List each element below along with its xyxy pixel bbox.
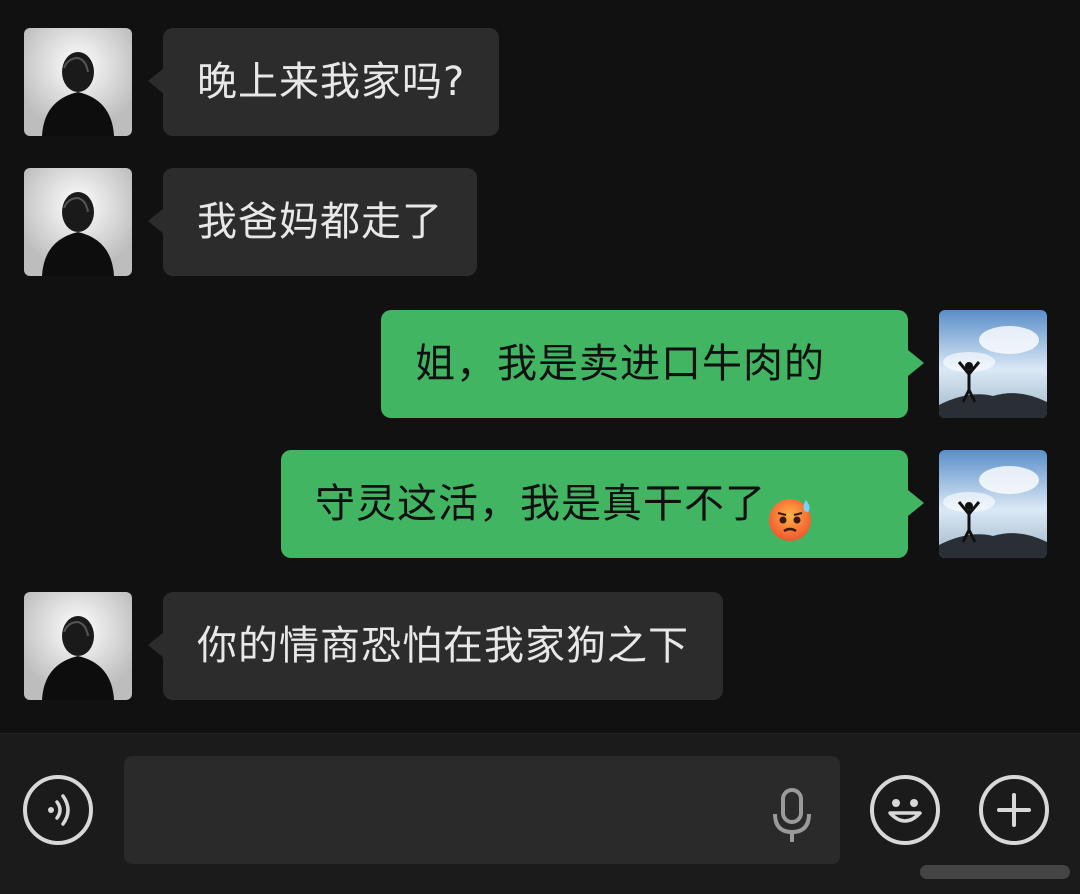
self-avatar[interactable] (939, 310, 1047, 418)
microphone-button[interactable] (768, 786, 816, 846)
bubble-tail (148, 68, 164, 94)
contact-avatar[interactable] (24, 28, 132, 136)
self-avatar-image (939, 310, 1047, 418)
message-text: 守灵这活，我是真干不了 (315, 481, 766, 527)
message-text: 姐，我是卖进口牛肉的 (415, 341, 825, 387)
chat-input-bar (0, 733, 1080, 894)
message-bubble-outgoing[interactable]: 姐，我是卖进口牛肉的 (381, 310, 908, 418)
bubble-tail (148, 208, 164, 234)
bubble-tail (908, 490, 924, 516)
message-bubble-incoming[interactable]: 晚上来我家吗? (163, 28, 500, 136)
watermark (920, 857, 1070, 887)
plus-icon (997, 793, 1031, 827)
voice-mode-icon (48, 794, 70, 826)
chat-screen: 晚上来我家吗? 我爸妈都走了 姐，我是卖进口牛肉的 守灵这活，我是真干不了 你的… (0, 0, 1080, 894)
self-avatar[interactable] (939, 450, 1047, 558)
message-bubble-outgoing[interactable]: 守灵这活，我是真干不了 (281, 450, 908, 558)
emoji-icon (888, 799, 922, 823)
contact-avatar-image (24, 592, 132, 700)
emoji-button[interactable] (870, 775, 940, 845)
bubble-tail (908, 350, 924, 376)
message-text: 你的情商恐怕在我家狗之下 (197, 623, 689, 669)
microphone-icon (773, 788, 811, 842)
message-text: 我爸妈都走了 (197, 199, 443, 245)
message-bubble-incoming[interactable]: 我爸妈都走了 (163, 168, 477, 276)
contact-avatar-image (24, 168, 132, 276)
bubble-tail (148, 632, 164, 658)
message-text: 晚上来我家吗? (197, 59, 466, 105)
anxious-sweat-emoji-icon (766, 477, 816, 541)
self-avatar-image (939, 450, 1047, 558)
voice-mode-button[interactable] (23, 775, 93, 845)
message-input[interactable] (124, 756, 840, 864)
message-bubble-incoming[interactable]: 你的情商恐怕在我家狗之下 (163, 592, 723, 700)
contact-avatar[interactable] (24, 592, 132, 700)
more-options-button[interactable] (979, 775, 1049, 845)
contact-avatar[interactable] (24, 168, 132, 276)
contact-avatar-image (24, 28, 132, 136)
